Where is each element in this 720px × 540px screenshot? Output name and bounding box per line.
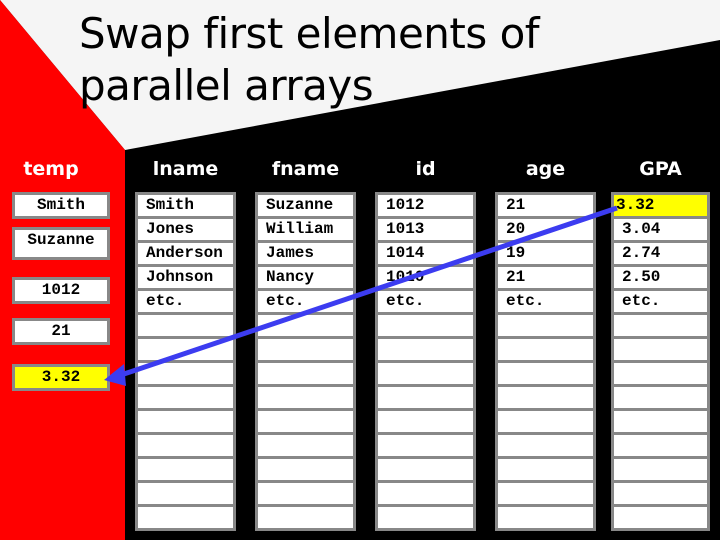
array-cell (378, 315, 473, 336)
array-cell: Jones (138, 219, 233, 240)
array-cell (498, 483, 593, 504)
array-cell (378, 459, 473, 480)
array-cell (498, 435, 593, 456)
array-cell (498, 507, 593, 528)
array-cell (138, 315, 233, 336)
array-cell (498, 315, 593, 336)
temp-box: 21 (12, 318, 110, 345)
slide-title: Swap first elements of parallel arrays (79, 9, 540, 110)
array-cell (614, 435, 707, 456)
array-cell (138, 435, 233, 456)
array-cell (614, 507, 707, 528)
array-cell (498, 363, 593, 384)
temp-box: 1012 (12, 277, 110, 304)
array-cell (138, 363, 233, 384)
array-cell (258, 411, 353, 432)
array-cell: 20 (498, 219, 593, 240)
array-cell: 19 (498, 243, 593, 264)
array-cell (614, 315, 707, 336)
array-cell: 1012 (378, 195, 473, 216)
array-cell: 2.50 (614, 267, 707, 288)
array-cell: Johnson (138, 267, 233, 288)
array-cell (138, 387, 233, 408)
array-cell (258, 507, 353, 528)
array-cell (614, 411, 707, 432)
array-cell: 1013 (378, 219, 473, 240)
array-cell: etc. (498, 291, 593, 312)
array-cell (138, 339, 233, 360)
array-cell (258, 339, 353, 360)
array-cell (614, 387, 707, 408)
array-cell: etc. (258, 291, 353, 312)
array-cell: etc. (614, 291, 707, 312)
array-cell (378, 483, 473, 504)
array-cell: 1010 (378, 267, 473, 288)
array-header-age: age (525, 158, 566, 180)
array-cell (258, 459, 353, 480)
array-cell (498, 459, 593, 480)
array-cell: 21 (498, 195, 593, 216)
array-cell (378, 387, 473, 408)
array-cell (138, 507, 233, 528)
temp-box: Smith (12, 192, 110, 219)
array-cell: James (258, 243, 353, 264)
array-header-id: id (415, 158, 436, 180)
array-cell (258, 387, 353, 408)
array-cell (138, 483, 233, 504)
array-column-lname: Smith Jones Anderson Johnson etc. (135, 192, 236, 531)
array-cell: Smith (138, 195, 233, 216)
array-cell (138, 459, 233, 480)
array-column-fname: Suzanne William James Nancy etc. (255, 192, 356, 531)
array-column-gpa: 3.32 3.04 2.74 2.50 etc. (611, 192, 710, 531)
array-column-age: 21 20 19 21 etc. (495, 192, 596, 531)
array-cell (258, 363, 353, 384)
array-cell: etc. (138, 291, 233, 312)
array-cell: 2.74 (614, 243, 707, 264)
array-cell (378, 507, 473, 528)
array-cell (498, 387, 593, 408)
array-cell: 21 (498, 267, 593, 288)
temp-box: Suzanne (12, 227, 110, 260)
array-header-lname: lname (152, 158, 219, 180)
array-cell (258, 315, 353, 336)
temp-box: 3.32 (12, 364, 110, 391)
array-cell: Suzanne (258, 195, 353, 216)
array-cell (138, 411, 233, 432)
array-cell (378, 411, 473, 432)
array-cell (378, 363, 473, 384)
array-cell (614, 483, 707, 504)
array-cell: 1014 (378, 243, 473, 264)
array-header-fname: fname (271, 158, 340, 180)
temp-header: temp (23, 158, 79, 180)
array-cell: Nancy (258, 267, 353, 288)
array-cell: Anderson (138, 243, 233, 264)
array-cell (378, 435, 473, 456)
array-cell (614, 363, 707, 384)
array-cell: William (258, 219, 353, 240)
array-column-id: 1012 1013 1014 1010 etc. (375, 192, 476, 531)
array-cell: etc. (378, 291, 473, 312)
array-cell (258, 483, 353, 504)
array-cell: 3.04 (614, 219, 707, 240)
array-header-gpa: GPA (639, 158, 682, 180)
array-cell (378, 339, 473, 360)
array-cell (258, 435, 353, 456)
array-cell (498, 411, 593, 432)
array-cell: 3.32 (614, 195, 707, 216)
array-cell (614, 459, 707, 480)
array-cell (614, 339, 707, 360)
array-cell (498, 339, 593, 360)
